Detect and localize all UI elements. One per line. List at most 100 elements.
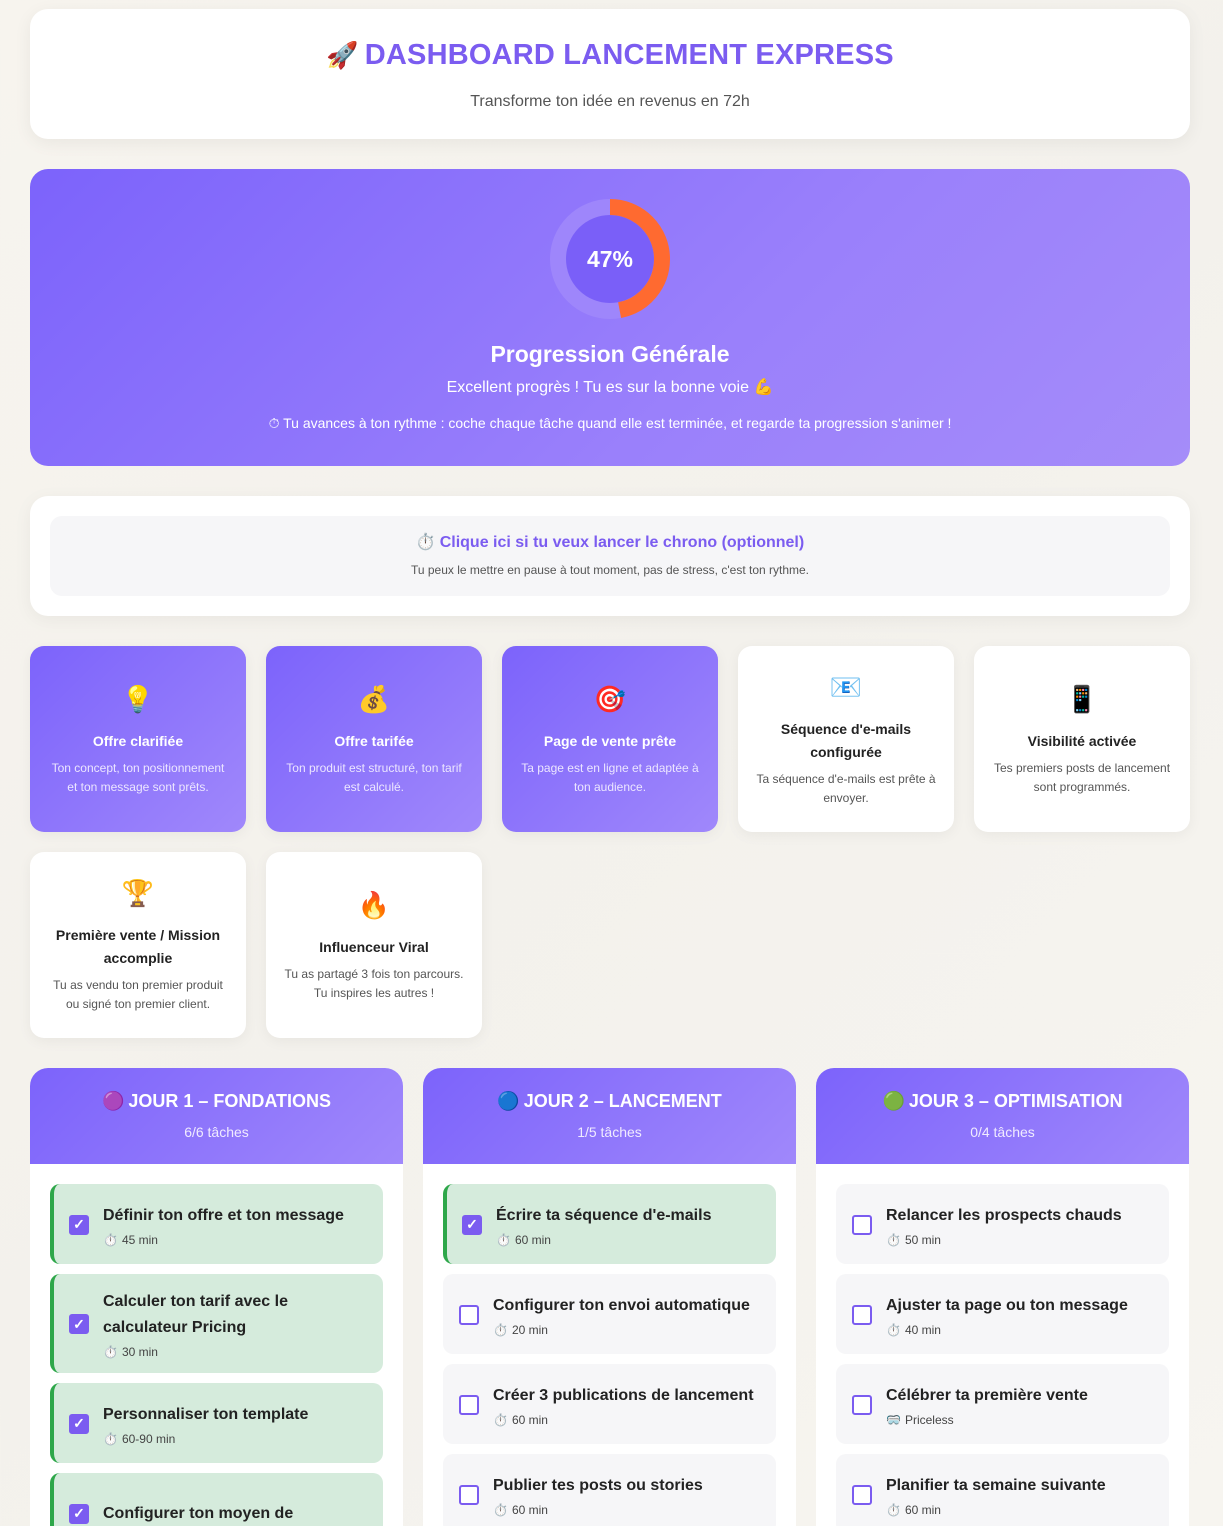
task-checkbox[interactable]: [852, 1484, 872, 1505]
day-column-2: 🔵 JOUR 2 – LANCEMENT 1/5 tâches ✓ Écrire …: [423, 1068, 796, 1526]
task-duration-text: Priceless: [904, 1412, 954, 1427]
badge-title: Séquence d'e-mails configurée: [780, 721, 912, 760]
task-duration-text: 60 min: [511, 1412, 548, 1427]
task-checkbox[interactable]: ✓: [462, 1214, 482, 1235]
task-checkbox[interactable]: [852, 1394, 872, 1415]
task-checkbox[interactable]: [852, 1214, 872, 1235]
task-checkbox[interactable]: ✓: [69, 1503, 89, 1524]
progress-title: Progression Générale: [490, 341, 730, 367]
task-duration-text: 60 min: [514, 1232, 551, 1247]
task-duration: ⏱️ 45 min: [103, 1233, 344, 1247]
task-duration: ⏱️ 20 min: [493, 1323, 750, 1337]
task-item[interactable]: Planifier ta semaine suivante ⏱️ 60 min: [836, 1454, 1169, 1526]
task-duration: ⏱️ 40 min: [886, 1323, 1128, 1337]
email-icon: 📧: [829, 672, 863, 702]
stopwatch-icon: ⏱️: [103, 1345, 118, 1359]
badges-grid: 💡 Offre clarifiée Ton concept, ton posit…: [30, 646, 1190, 1038]
page-subtitle: Transforme ton idée en revenus en 72h: [470, 93, 750, 110]
task-item[interactable]: ✓ Calculer ton tarif avec le calculateur…: [50, 1274, 383, 1373]
badge-title: Offre tarifée: [334, 732, 414, 749]
badge-desc: Tu as vendu ton premier produit ou signé…: [53, 978, 223, 1011]
task-checkbox[interactable]: ✓: [69, 1314, 89, 1334]
task-item[interactable]: Publier tes posts ou stories ⏱️ 60 min: [443, 1454, 776, 1526]
progress-percent: 47%: [586, 245, 634, 272]
task-item[interactable]: ✓ Écrire ta séquence d'e-mails ⏱️ 60 min: [443, 1184, 776, 1264]
badge-page-de-vente: 🎯 Page de vente prête Ta page est en lig…: [502, 646, 718, 832]
task-duration-text: 30 min: [121, 1345, 158, 1359]
stopwatch-icon: ⏱️: [493, 1502, 508, 1517]
phone-icon: 📱: [1065, 683, 1099, 714]
task-item[interactable]: ✓ Personnaliser ton template ⏱️ 60-90 min: [50, 1383, 383, 1463]
task-duration-text: 45 min: [121, 1232, 158, 1247]
day-header: 🟣 JOUR 1 – FONDATIONS 6/6 tâches: [30, 1068, 403, 1164]
task-item[interactable]: Relancer les prospects chauds ⏱️ 50 min: [836, 1184, 1169, 1264]
chrono-desc: Tu peux le mettre en pause à tout moment…: [410, 563, 810, 577]
checkmark-icon: ✓: [466, 1216, 478, 1232]
day-header: 🔵 JOUR 2 – LANCEMENT 1/5 tâches: [423, 1068, 796, 1164]
start-chrono-button[interactable]: ⏱️ Clique ici si tu veux lancer le chrono…: [50, 516, 1170, 596]
task-duration: ⏱️ 50 min: [886, 1233, 1122, 1247]
task-title: Calculer ton tarif avec le calculateur P…: [103, 1293, 288, 1336]
day-task-count: 1/5 tâches: [577, 1124, 642, 1140]
day-column-3: 🟢 JOUR 3 – OPTIMISATION 0/4 tâches Relanc…: [816, 1068, 1189, 1526]
task-duration-text: 60-90 min: [121, 1431, 176, 1446]
badge-desc: Ta séquence d'e-mails est prête à envoye…: [756, 772, 936, 805]
stopwatch-icon: ⏱️: [103, 1431, 118, 1446]
task-title: Personnaliser ton template: [103, 1405, 309, 1423]
task-duration: ⏱️ 60 min: [493, 1503, 703, 1517]
stopwatch-icon: ⏱️: [493, 1322, 508, 1337]
fire-icon: 🔥: [357, 889, 391, 920]
dashboard: 🚀 DASHBOARD LANCEMENT EXPRESS Transforme …: [30, 9, 1190, 1526]
task-checkbox[interactable]: ✓: [69, 1413, 89, 1434]
task-item[interactable]: Célébrer ta première vente 🥽 Priceless: [836, 1364, 1169, 1444]
task-list: ✓ Écrire ta séquence d'e-mails ⏱️ 60 min …: [423, 1164, 796, 1526]
stopwatch-icon: ⏱️: [886, 1322, 901, 1337]
money-bag-icon: 💰: [357, 683, 391, 714]
task-item[interactable]: Configurer ton envoi automatique ⏱️ 20 mi…: [443, 1274, 776, 1354]
task-item[interactable]: Ajuster ta page ou ton message ⏱️ 40 min: [836, 1274, 1169, 1354]
day-header: 🟢 JOUR 3 – OPTIMISATION 0/4 tâches: [816, 1068, 1189, 1164]
badge-offre-tarifee: 💰 Offre tarifée Ton produit est structur…: [266, 646, 482, 832]
task-title: Configurer ton envoi automatique: [493, 1296, 750, 1314]
day-title-text: JOUR 1 – FONDATIONS: [128, 1091, 332, 1111]
green-circle-icon: 🟢: [882, 1091, 905, 1111]
task-duration-text: 20 min: [511, 1322, 548, 1337]
day-title: 🟣 JOUR 1 – FONDATIONS: [30, 1091, 403, 1112]
task-title: Créer 3 publications de lancement: [493, 1386, 754, 1404]
task-item[interactable]: Créer 3 publications de lancement ⏱️ 60 m…: [443, 1364, 776, 1444]
task-title: Définir ton offre et ton message: [103, 1206, 344, 1224]
task-checkbox[interactable]: [852, 1304, 872, 1325]
header-card: 🚀 DASHBOARD LANCEMENT EXPRESS Transforme …: [30, 9, 1190, 139]
target-icon: 🎯: [593, 683, 627, 714]
progress-hint: ⏱ Tu avances à ton rythme : coche chaque…: [268, 415, 952, 431]
checkmark-icon: ✓: [73, 1505, 85, 1521]
badge-influenceur-viral: 🔥 Influenceur Viral Tu as partagé 3 fois…: [266, 852, 482, 1038]
badge-desc: Ton produit est structuré, ton tarif est…: [286, 760, 462, 794]
stopwatch-icon: ⏱️: [415, 534, 436, 551]
task-item[interactable]: ✓ Définir ton offre et ton message ⏱️ 45 …: [50, 1184, 383, 1264]
task-duration: ⏱️ 60 min: [496, 1233, 711, 1247]
badge-desc: Ton concept, ton positionnement et ton m…: [51, 760, 225, 794]
badge-title: Première vente / Mission accomplie: [55, 927, 221, 966]
task-duration-text: 50 min: [904, 1232, 941, 1247]
progress-card: 47% Progression Générale Excellent progr…: [30, 169, 1190, 466]
day-title: 🔵 JOUR 2 – LANCEMENT: [423, 1091, 796, 1112]
task-checkbox[interactable]: [459, 1304, 479, 1325]
task-title: Configurer ton moyen de: [103, 1504, 294, 1522]
task-title: Relancer les prospects chauds: [886, 1206, 1122, 1224]
task-checkbox[interactable]: ✓: [69, 1214, 89, 1235]
stopwatch-icon: ⏱️: [886, 1232, 901, 1247]
badge-desc: Tes premiers posts de lancement sont pro…: [993, 760, 1171, 794]
task-checkbox[interactable]: [459, 1484, 479, 1505]
day-title-text: JOUR 3 – OPTIMISATION: [908, 1091, 1123, 1111]
chrono-title: ⏱️ Clique ici si tu veux lancer le chrono…: [50, 532, 1170, 552]
task-title: Écrire ta séquence d'e-mails: [496, 1206, 712, 1224]
task-duration: ⏱️ 60-90 min: [103, 1432, 308, 1446]
stopwatch-icon: ⏱️: [103, 1232, 118, 1247]
stopwatch-icon: ⏱️: [496, 1232, 511, 1247]
task-checkbox[interactable]: [459, 1394, 479, 1415]
badge-premiere-vente: 🏆 Première vente / Mission accomplie Tu …: [30, 852, 246, 1038]
badge-title: Influenceur Viral: [319, 938, 429, 955]
task-item[interactable]: ✓ Configurer ton moyen de: [50, 1473, 383, 1526]
checkmark-icon: ✓: [73, 1415, 85, 1431]
